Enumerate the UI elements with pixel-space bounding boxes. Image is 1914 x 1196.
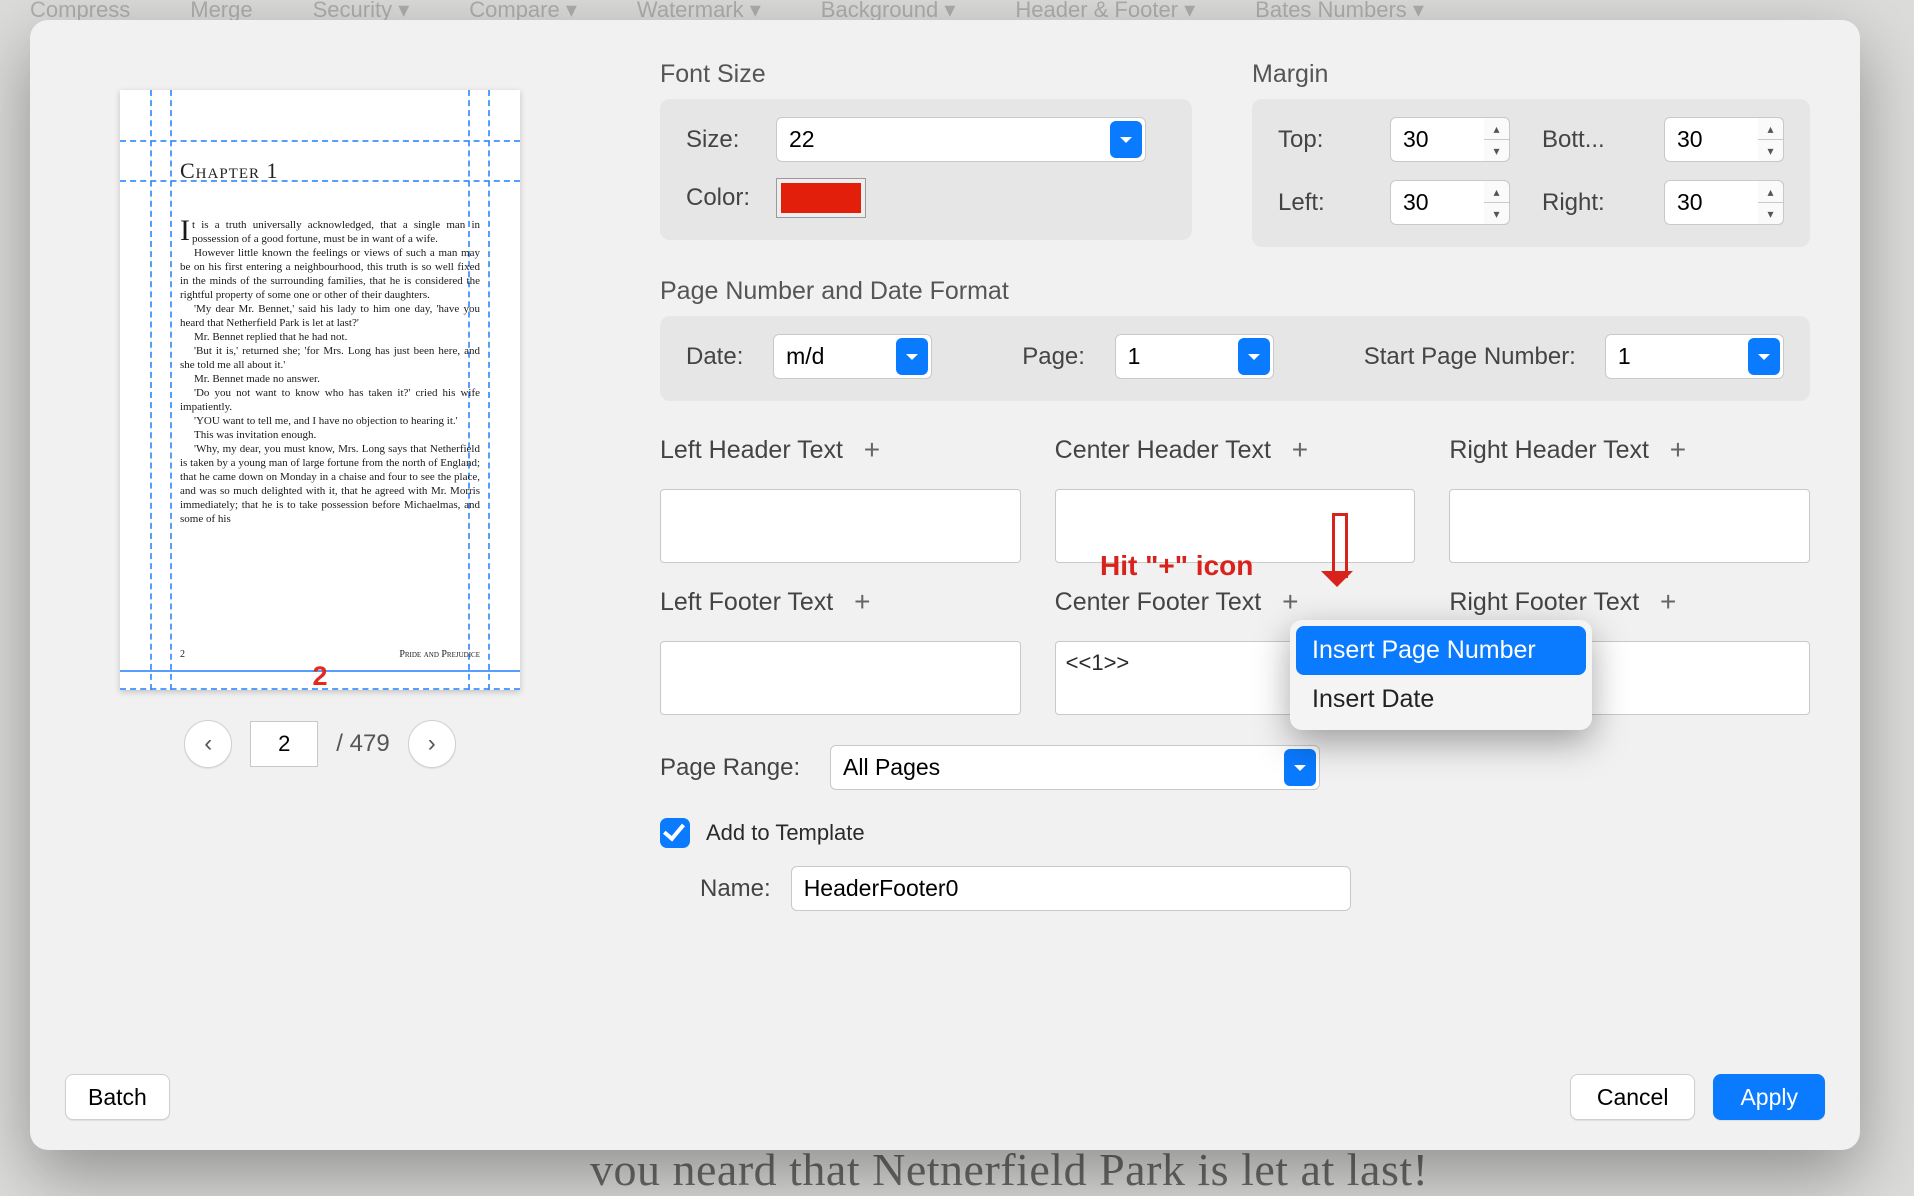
color-label: Color: [686,184,754,212]
header-footer-dialog: Chapter 1 It is a truth universally ackn… [30,20,1860,1150]
stepper-icon[interactable]: ▴▾ [1758,180,1784,225]
chevron-down-icon[interactable] [1284,749,1316,786]
left-header-label: Left Header Text [660,436,843,465]
right-footer-label: Right Footer Text [1449,588,1639,617]
plus-icon[interactable]: + [847,587,877,617]
chevron-down-icon[interactable] [1110,121,1142,158]
margin-panel: Top: ▴▾ Bott... ▴▾ Left: ▴▾ Right: ▴▾ [1252,99,1810,247]
chevron-right-icon: › [428,730,436,758]
preview-pager: ‹ / 479 › [120,720,520,768]
insert-date-item[interactable]: Insert Date [1296,675,1586,724]
preview-foot-left: 2 [180,649,185,660]
insert-popup-menu: Insert Page Number Insert Date [1290,620,1592,730]
stepper-icon[interactable]: ▴▾ [1484,180,1510,225]
template-name-label: Name: [700,875,771,903]
margin-bottom-label: Bott... [1542,126,1632,154]
right-header-input[interactable] [1449,489,1810,563]
right-header-label: Right Header Text [1449,436,1649,465]
center-footer-plus-icon[interactable]: + [1275,587,1305,617]
page-number-input[interactable] [250,721,318,767]
font-color-swatch[interactable] [776,178,866,218]
preview-column: Chapter 1 It is a truth universally ackn… [120,90,540,768]
preview-chapter-title: Chapter 1 [180,158,279,184]
insert-page-number-item[interactable]: Insert Page Number [1296,626,1586,675]
date-label: Date: [686,343,743,371]
left-footer-label: Left Footer Text [660,588,833,617]
annotation-text: Hit "+" icon [1100,550,1253,582]
start-page-label: Start Page Number: [1364,343,1575,371]
add-to-template-label: Add to Template [706,820,865,846]
background-toolbar: Compress Merge Security ▾ Compare ▾ Wate… [0,0,1914,20]
add-to-template-checkbox[interactable] [660,818,690,848]
plus-icon[interactable]: + [857,435,887,465]
preview-foot-right: Pride and Prejudice [399,649,480,660]
preview-body: It is a truth universally acknowledged, … [180,218,480,526]
margin-left-label: Left: [1278,189,1358,217]
font-size-panel: Size: Color: [660,99,1192,240]
stepper-icon[interactable]: ▴▾ [1758,117,1784,162]
pn-panel: Date: Page: Start Page Number: [660,316,1810,401]
cancel-button[interactable]: Cancel [1570,1074,1696,1120]
annotation-arrow-icon [1325,513,1349,607]
preview-inserted-page-number: 2 [120,661,520,690]
page-label: Page: [1022,343,1084,371]
font-size-combo[interactable] [776,117,1146,162]
left-footer-input[interactable] [660,641,1021,715]
plus-icon[interactable]: + [1285,435,1315,465]
stepper-icon[interactable]: ▴▾ [1484,117,1510,162]
plus-icon[interactable]: + [1663,435,1693,465]
pn-section-title: Page Number and Date Format [660,277,1810,306]
margin-top-label: Top: [1278,126,1358,154]
center-header-label: Center Header Text [1055,436,1271,465]
chevron-down-icon[interactable] [896,338,928,375]
font-size-section-title: Font Size [660,60,1192,89]
chevron-left-icon: ‹ [204,730,212,758]
background-document-text: vou neard that Netnerfield Park is let a… [590,1143,1428,1196]
page-total: / 479 [336,730,389,758]
left-header-input[interactable] [660,489,1021,563]
size-label: Size: [686,126,754,154]
page-preview: Chapter 1 It is a truth universally ackn… [120,90,520,690]
plus-icon[interactable]: + [1653,587,1683,617]
page-range-label: Page Range: [660,754,810,782]
apply-button[interactable]: Apply [1713,1074,1825,1120]
margin-right-label: Right: [1542,189,1632,217]
prev-page-button[interactable]: ‹ [184,720,232,768]
center-footer-label: Center Footer Text [1055,588,1262,617]
margin-section-title: Margin [1252,60,1810,89]
template-name-input[interactable] [791,866,1351,911]
chevron-down-icon[interactable] [1238,338,1270,375]
batch-button[interactable]: Batch [65,1074,170,1120]
chevron-down-icon[interactable] [1748,338,1780,375]
page-range-combo[interactable] [830,745,1320,790]
next-page-button[interactable]: › [408,720,456,768]
